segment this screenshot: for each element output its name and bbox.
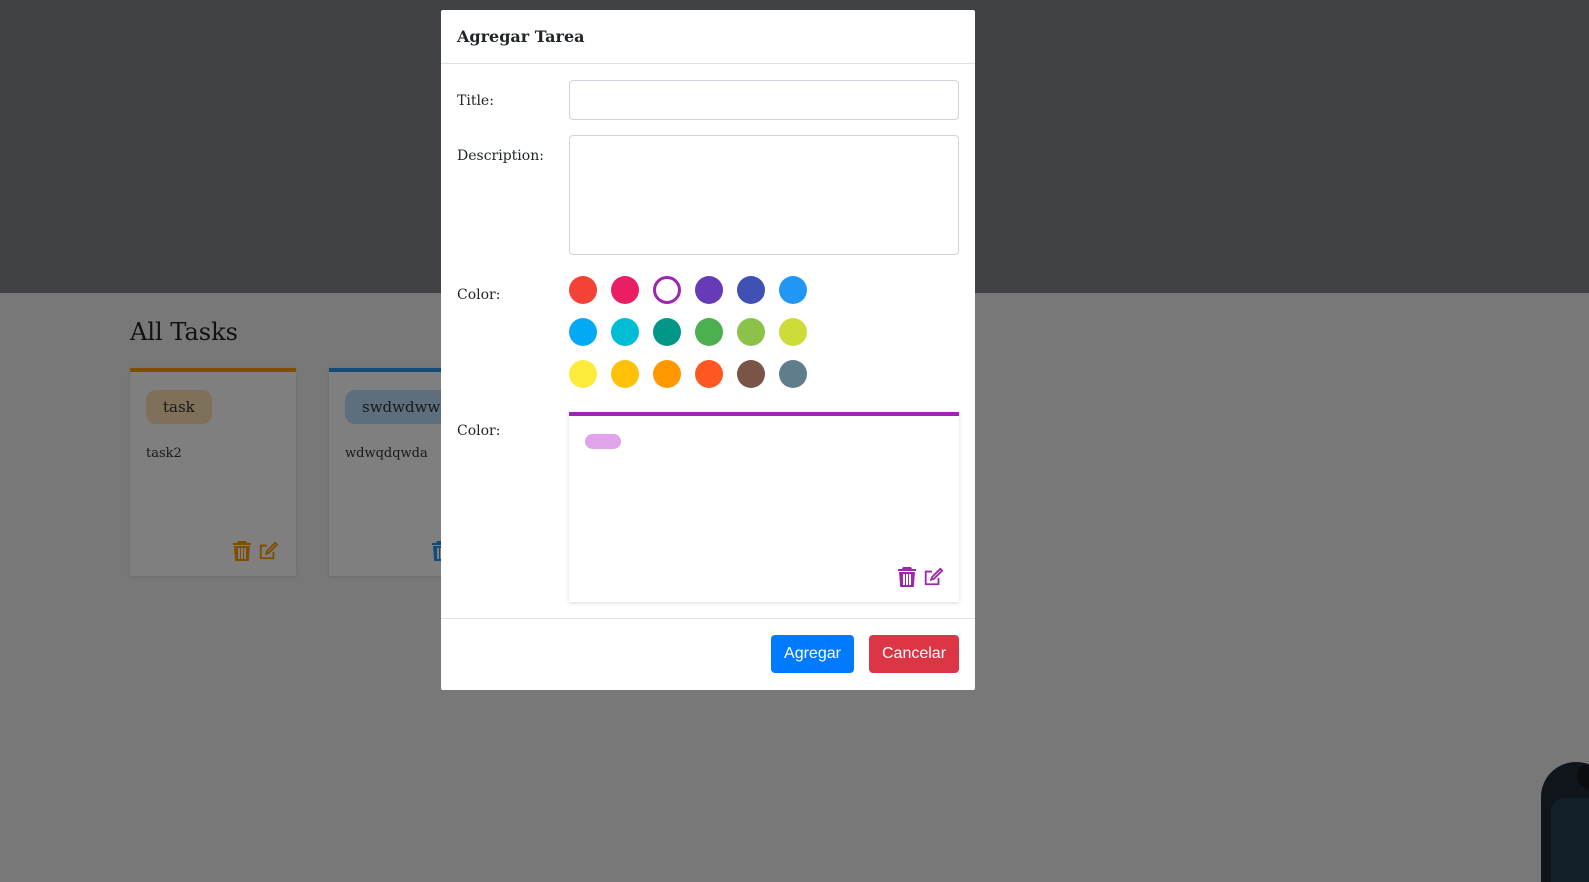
- color-swatch[interactable]: [611, 360, 639, 388]
- description-row: Description:: [457, 135, 959, 255]
- edit-icon[interactable]: [923, 566, 943, 588]
- task-preview-card: [569, 412, 959, 602]
- color-swatch[interactable]: [611, 318, 639, 346]
- modal-footer: Agregar Cancelar: [441, 618, 975, 690]
- title-label: Title:: [457, 93, 494, 109]
- color-swatch[interactable]: [779, 276, 807, 304]
- color-swatch[interactable]: [653, 318, 681, 346]
- color-swatch[interactable]: [695, 360, 723, 388]
- preview-row: Color:: [457, 412, 959, 602]
- color-swatch[interactable]: [569, 276, 597, 304]
- cancelar-button[interactable]: Cancelar: [869, 635, 959, 673]
- color-swatch[interactable]: [695, 318, 723, 346]
- agregar-button[interactable]: Agregar: [771, 635, 854, 673]
- color-swatch[interactable]: [779, 360, 807, 388]
- modal-header: Agregar Tarea: [441, 10, 975, 64]
- color-swatch[interactable]: [737, 360, 765, 388]
- color-swatch[interactable]: [611, 276, 639, 304]
- color-swatch[interactable]: [653, 360, 681, 388]
- color-palette: [569, 276, 829, 388]
- color-swatch[interactable]: [695, 276, 723, 304]
- color-swatch[interactable]: [737, 318, 765, 346]
- color-swatch[interactable]: [653, 276, 681, 304]
- preview-title-chip: [585, 434, 621, 449]
- color-swatch[interactable]: [779, 318, 807, 346]
- preview-label: Color:: [457, 423, 501, 439]
- title-input[interactable]: [569, 80, 959, 120]
- color-row: Color:: [457, 276, 959, 390]
- color-label: Color:: [457, 287, 501, 303]
- title-row: Title:: [457, 80, 959, 120]
- description-textarea[interactable]: [569, 135, 959, 255]
- description-label: Description:: [457, 148, 544, 164]
- add-task-modal: Agregar Tarea Title: Description: Color:…: [441, 10, 975, 690]
- modal-title: Agregar Tarea: [457, 27, 585, 46]
- color-swatch[interactable]: [569, 360, 597, 388]
- color-swatch[interactable]: [569, 318, 597, 346]
- delete-icon[interactable]: [897, 566, 917, 588]
- color-swatch[interactable]: [737, 276, 765, 304]
